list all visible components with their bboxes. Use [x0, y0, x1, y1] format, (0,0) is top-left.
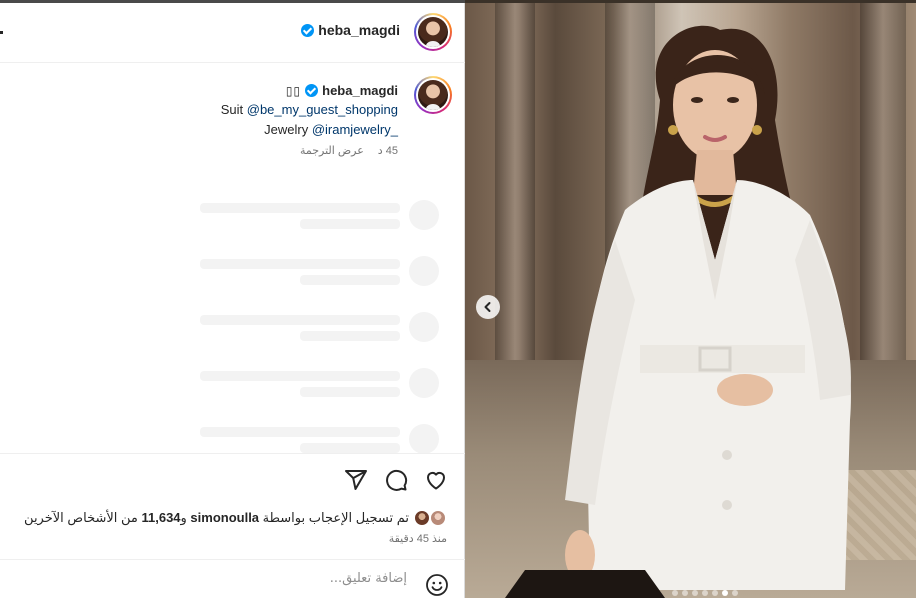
likes-count[interactable]: 11,634: [141, 510, 180, 525]
likes-summary[interactable]: تم تسجيل الإعجاب بواسطة simonoulla و11,6…: [24, 509, 447, 527]
caption-block: ▯▯ heba_magdi Suit @be_my_guest_shopping…: [0, 64, 465, 164]
post-image[interactable]: [465, 0, 916, 598]
mention-suit[interactable]: @be_my_guest_shopping: [247, 102, 398, 117]
post-actions: تم تسجيل الإعجاب بواسطة simonoulla و11,6…: [0, 453, 465, 558]
like-button[interactable]: [423, 467, 449, 493]
portrait-photo: [505, 25, 851, 598]
header-username-row[interactable]: heba_magdi: [301, 22, 400, 38]
carousel-dot: [682, 590, 688, 596]
liker-name[interactable]: simonoulla: [190, 510, 259, 525]
share-icon: [345, 470, 367, 490]
chevron-left-icon: [484, 302, 491, 312]
heart-icon: [426, 471, 446, 490]
carousel-dot: [732, 590, 738, 596]
previous-slide-button[interactable]: [476, 295, 500, 319]
caption-username[interactable]: heba_magdi: [322, 83, 398, 98]
caption-meta: 45 د عرض الترجمة: [300, 144, 398, 157]
carousel-dot: [712, 590, 718, 596]
caption-suit-label: Suit: [220, 102, 247, 117]
caption-line-suit: Suit @be_my_guest_shopping: [221, 102, 398, 117]
carousel-indicator: [672, 590, 738, 596]
likes-text: تم تسجيل الإعجاب بواسطة simonoulla و11,6…: [24, 510, 409, 526]
carousel-dot: [692, 590, 698, 596]
header-avatar[interactable]: [414, 13, 452, 51]
instagram-post-view: heba_magdi ▯▯ heba_magdi Suit @be_my_gue…: [0, 0, 916, 598]
comment-skeleton: [0, 200, 465, 240]
carousel-dot: [722, 590, 728, 596]
caption-time: 45 د: [377, 145, 398, 157]
emoji-icon: [426, 574, 448, 596]
carousel-dot: [702, 590, 708, 596]
see-translation-link[interactable]: عرض الترجمة: [300, 144, 364, 157]
post-details-panel: heba_magdi ▯▯ heba_magdi Suit @be_my_gue…: [0, 0, 465, 598]
post-header: heba_magdi: [0, 3, 465, 63]
emoji-button[interactable]: [425, 573, 449, 598]
comment-skeleton: [0, 368, 465, 408]
comment-input[interactable]: [67, 571, 407, 586]
caption-emoji: ▯▯: [285, 83, 302, 98]
comment-icon: [386, 469, 408, 491]
media-top-border: [465, 0, 916, 3]
panel-edge-marker: [0, 31, 3, 34]
comment-skeleton: [0, 256, 465, 296]
liker-avatar: [429, 509, 447, 527]
caption-avatar[interactable]: [414, 76, 452, 114]
caption-jewelry-label: Jewelry: [264, 122, 312, 137]
header-username[interactable]: heba_magdi: [318, 22, 400, 38]
carousel-dot: [672, 590, 678, 596]
caption-header: ▯▯ heba_magdi: [286, 83, 398, 98]
comment-skeleton: [0, 312, 465, 352]
post-time[interactable]: منذ 45 دقيقة: [389, 532, 447, 545]
add-comment-bar: [0, 559, 465, 598]
liker-avatar: [413, 509, 431, 527]
share-button[interactable]: [343, 467, 369, 493]
likes-suffix: من الأشخاص الآخرين: [24, 510, 142, 525]
mention-jewelry[interactable]: @iramjewelry_: [312, 122, 398, 137]
verified-badge-icon: [305, 84, 319, 97]
verified-badge-icon: [301, 23, 315, 37]
likes-prefix: تم تسجيل الإعجاب بواسطة: [259, 510, 409, 525]
comment-button[interactable]: [383, 467, 409, 493]
caption-line-jewelry: Jewelry @iramjewelry_: [264, 122, 398, 137]
likes-middle: و: [180, 510, 191, 525]
